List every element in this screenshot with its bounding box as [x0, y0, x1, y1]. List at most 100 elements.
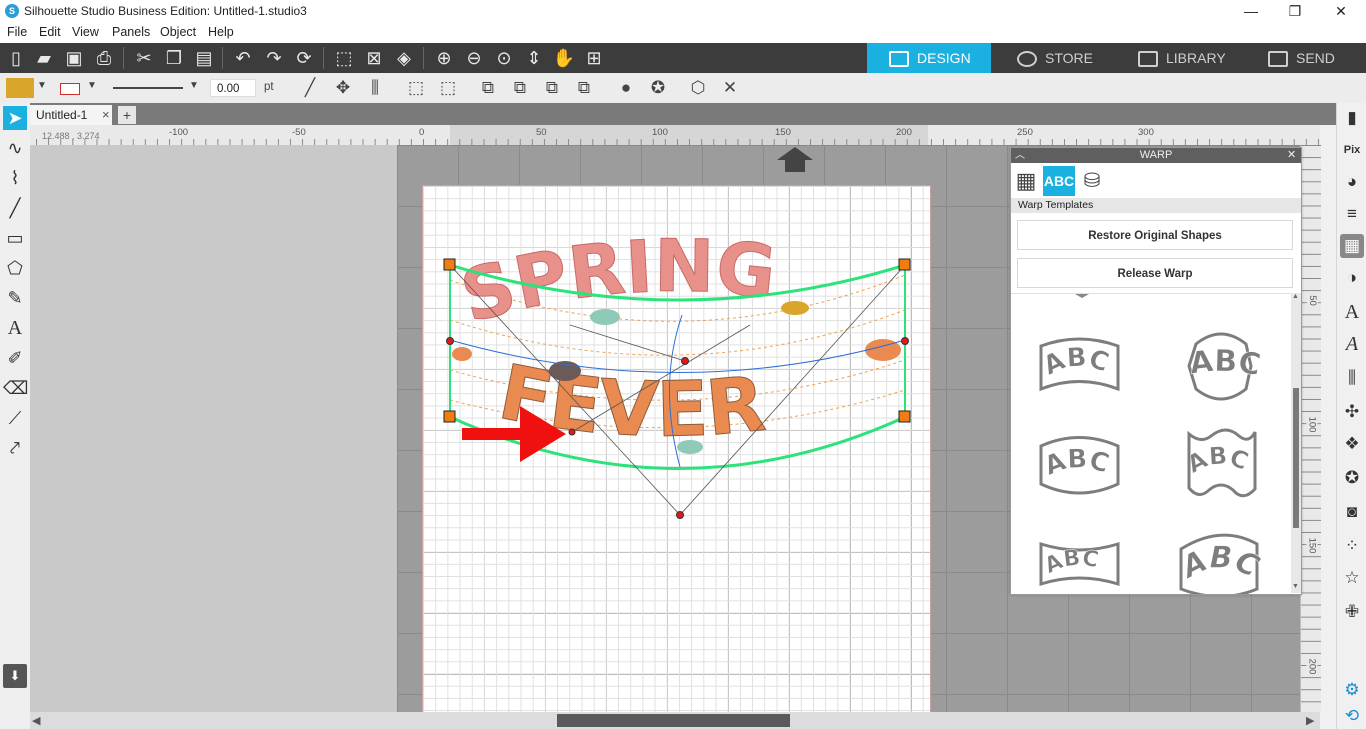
puzzle-icon[interactable]: ✙ — [1340, 600, 1364, 624]
refresh-icon[interactable]: ⟳ — [292, 46, 316, 70]
deselect-icon[interactable]: ⊠ — [362, 46, 386, 70]
bring-forward-icon[interactable]: ⧉ — [476, 77, 500, 99]
release-warp-button[interactable]: Release Warp — [1017, 258, 1293, 288]
fill-pattern-icon[interactable]: ▦ — [1340, 234, 1364, 258]
close-tab-icon[interactable]: × — [102, 105, 110, 125]
scroll-left-icon[interactable]: ◀ — [32, 714, 40, 727]
collapse-icon[interactable]: ︿ — [1015, 148, 1025, 163]
menu-file[interactable]: File — [7, 25, 27, 39]
tab-store[interactable]: STORE — [1017, 43, 1127, 73]
corner-handle[interactable] — [898, 258, 911, 271]
ungroup-icon[interactable]: ⬚ — [436, 77, 460, 99]
settings-gear-icon[interactable]: ⚙ — [1340, 678, 1364, 702]
control-point[interactable] — [676, 511, 684, 519]
template-warp-tab[interactable]: ABC — [1043, 166, 1075, 196]
bring-to-front-icon[interactable]: ⧉ — [540, 77, 564, 99]
select-by-color-icon[interactable]: ◈ — [392, 46, 416, 70]
save-icon[interactable]: ▣ — [62, 46, 86, 70]
download-icon[interactable]: ⬇ — [3, 664, 27, 688]
fit-page-icon[interactable]: ⇕ — [522, 46, 546, 70]
contrast-icon[interactable]: ◑ — [1340, 266, 1364, 290]
eraser-tool-icon[interactable]: ⌫ — [3, 376, 28, 400]
close-window-button[interactable]: ✕ — [1318, 0, 1364, 23]
zoom-in-icon[interactable]: ⊕ — [432, 46, 456, 70]
send-to-back-icon[interactable]: ⧉ — [572, 77, 596, 99]
new-file-icon[interactable]: ▯ — [4, 46, 28, 70]
palette-icon[interactable]: ◕ — [1340, 170, 1364, 194]
line-tool-icon[interactable]: ╱ — [3, 196, 27, 220]
star-icon[interactable]: ✪ — [646, 77, 670, 99]
sketch-tool-icon[interactable]: ✐ — [3, 346, 27, 370]
scroll-down-icon[interactable]: ▼ — [1292, 583, 1299, 590]
close-panel-icon[interactable]: ✕ — [1287, 148, 1296, 163]
scrollbar-thumb[interactable] — [1293, 388, 1299, 528]
print-icon[interactable]: ⎙ — [92, 46, 116, 70]
open-folder-icon[interactable]: ▰ — [32, 46, 56, 70]
document-tab[interactable]: Untitled-1 × — [30, 105, 112, 125]
menu-help[interactable]: Help — [208, 25, 234, 39]
fill-color-swatch[interactable] — [6, 78, 34, 98]
tab-send[interactable]: SEND — [1268, 43, 1366, 73]
fit-to-window-icon[interactable]: ⊞ — [582, 46, 606, 70]
pen-curve-icon[interactable]: ⌇ — [3, 166, 27, 190]
corner-handle[interactable] — [443, 410, 456, 423]
sketch-star-icon[interactable]: ☆ — [1340, 566, 1364, 590]
cut-icon[interactable]: ✂ — [132, 46, 156, 70]
menu-view[interactable]: View — [72, 25, 99, 39]
scroll-up-icon[interactable]: ▲ — [1292, 293, 1299, 300]
zoom-out-icon[interactable]: ⊖ — [462, 46, 486, 70]
group-icon[interactable]: ⬚ — [404, 77, 428, 99]
corner-handle[interactable] — [443, 258, 456, 271]
zoom-select-icon[interactable]: ⊙ — [492, 46, 516, 70]
select-all-icon[interactable]: ⬚ — [332, 46, 356, 70]
tab-design[interactable]: DESIGN — [867, 43, 991, 73]
warp-panel-scrollbar[interactable]: ▲ ▼ — [1291, 293, 1301, 593]
control-point[interactable] — [901, 337, 909, 345]
transform-icon[interactable]: ✣ — [1340, 400, 1364, 424]
scrollbar-thumb[interactable] — [557, 714, 790, 727]
pixscan-icon[interactable]: Pix — [1340, 138, 1364, 162]
edit-points-icon[interactable]: ∿ — [3, 136, 27, 160]
line-tool-icon[interactable]: ╱ — [298, 77, 322, 99]
paste-icon[interactable]: ▤ — [192, 46, 216, 70]
sync-icon[interactable]: ⟲ — [1340, 704, 1364, 728]
move-icon[interactable]: ✥ — [331, 77, 355, 99]
text-to-path-icon[interactable]: A — [1340, 332, 1364, 356]
scroll-right-icon[interactable]: ▶ — [1306, 714, 1314, 727]
close-icon[interactable]: ✕ — [718, 77, 742, 99]
select-tool-icon[interactable]: ➤ — [3, 106, 27, 130]
eyedropper-icon[interactable]: ⤤ — [3, 436, 27, 460]
horizontal-scrollbar[interactable]: ◀ ▶ — [30, 712, 1320, 729]
weld-icon[interactable]: ● — [614, 77, 638, 99]
text-tool-icon[interactable]: A — [3, 316, 27, 340]
maximize-button[interactable]: ❐ — [1272, 0, 1318, 23]
menu-object[interactable]: Object — [160, 25, 196, 39]
chevron-down-icon[interactable]: ▼ — [87, 80, 97, 91]
corner-handle[interactable] — [898, 410, 911, 423]
line-width-input[interactable]: 0.00 — [210, 79, 256, 97]
minimize-button[interactable]: — — [1228, 0, 1274, 23]
replicate-icon[interactable]: ❖ — [1340, 432, 1364, 456]
page-setup-icon[interactable]: ▮ — [1340, 106, 1364, 130]
line-style-preview[interactable] — [113, 87, 183, 89]
trace-icon[interactable]: ⁘ — [1340, 534, 1364, 558]
3d-box-icon[interactable]: ⬡ — [686, 77, 710, 99]
modify-icon[interactable]: ✪ — [1340, 466, 1364, 490]
new-tab-button[interactable]: + — [118, 106, 136, 124]
pan-hand-icon[interactable]: ✋ — [552, 46, 576, 70]
mesh-warp-tab-icon[interactable]: ▦ — [1013, 168, 1039, 194]
chevron-down-icon[interactable]: ▼ — [37, 80, 47, 91]
offset-icon[interactable]: ◙ — [1340, 500, 1364, 524]
control-point[interactable] — [446, 337, 454, 345]
cylinder-warp-tab-icon[interactable]: ⛁ — [1079, 168, 1105, 194]
send-backward-icon[interactable]: ⧉ — [508, 77, 532, 99]
align-icon[interactable]: ⫼ — [363, 77, 387, 99]
undo-icon[interactable]: ↶ — [231, 46, 255, 70]
menu-edit[interactable]: Edit — [39, 25, 61, 39]
restore-original-shapes-button[interactable]: Restore Original Shapes — [1017, 220, 1293, 250]
rectangle-tool-icon[interactable]: ▭ — [3, 226, 27, 250]
knife-tool-icon[interactable]: ⟋ — [3, 406, 27, 430]
align-panel-icon[interactable]: ⫼ — [1340, 366, 1364, 390]
control-point[interactable] — [568, 428, 576, 436]
redo-icon[interactable]: ↷ — [262, 46, 286, 70]
